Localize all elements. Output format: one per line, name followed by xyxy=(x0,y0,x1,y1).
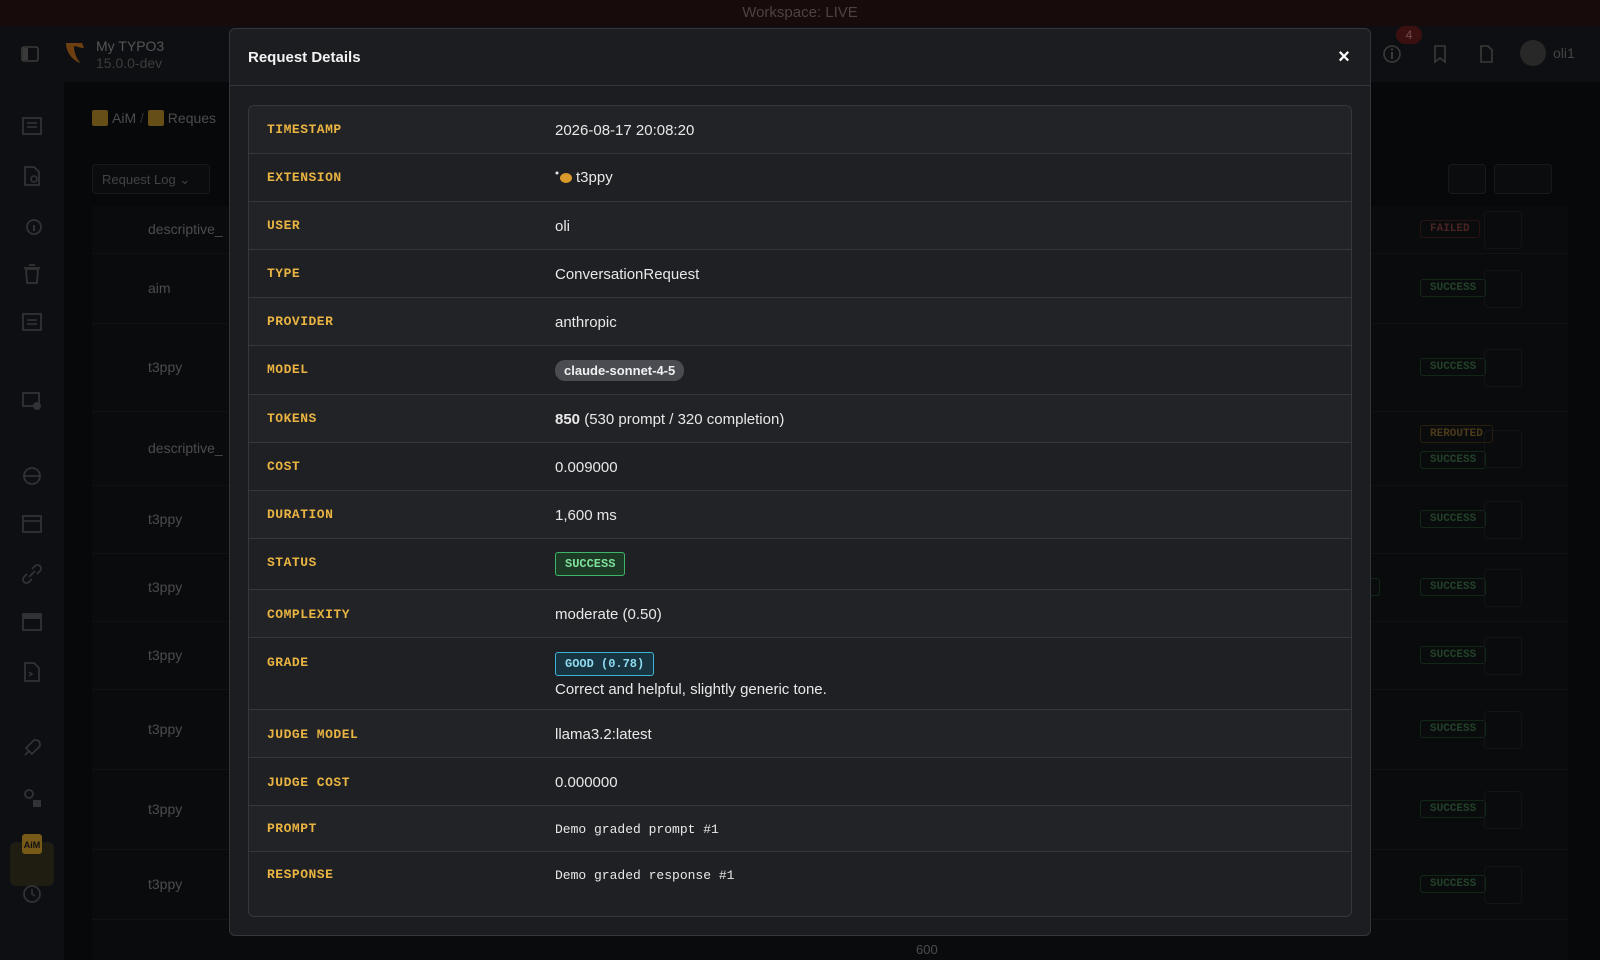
detail-key: RESPONSE xyxy=(267,867,334,882)
detail-key: PROVIDER xyxy=(267,314,334,329)
prompt-value: Demo graded prompt #1 xyxy=(555,822,719,837)
detail-key: JUDGE COST xyxy=(267,775,351,790)
extension-value-wrap: t3ppy xyxy=(555,169,613,186)
details-table: TIMESTAMP 2026-08-17 20:08:20 EXTENSION … xyxy=(248,105,1352,917)
detail-key: TYPE xyxy=(267,266,301,281)
detail-row-type: TYPE ConversationRequest xyxy=(249,250,1351,298)
status-badge: SUCCESS xyxy=(555,552,626,576)
detail-row-extension: EXTENSION t3ppy xyxy=(249,154,1351,202)
detail-row-model: MODEL claude-sonnet-4-5 xyxy=(249,346,1351,395)
type-value: ConversationRequest xyxy=(555,266,700,283)
detail-row-timestamp: TIMESTAMP 2026-08-17 20:08:20 xyxy=(249,106,1351,154)
detail-row-cost: COST 0.009000 xyxy=(249,443,1351,491)
detail-key: COMPLEXITY xyxy=(267,607,351,622)
detail-row-prompt: PROMPT Demo graded prompt #1 xyxy=(249,806,1351,852)
close-button[interactable]: × xyxy=(1334,47,1354,67)
detail-key: EXTENSION xyxy=(267,170,342,185)
status-value-wrap: SUCCESS xyxy=(555,552,626,576)
grade-value-wrap: GOOD (0.78) Correct and helpful, slightl… xyxy=(555,652,827,698)
detail-key: COST xyxy=(267,459,301,474)
detail-key: STATUS xyxy=(267,555,317,570)
detail-key: TOKENS xyxy=(267,411,317,426)
timestamp-value: 2026-08-17 20:08:20 xyxy=(555,122,695,139)
cost-value: 0.009000 xyxy=(555,459,618,476)
user-value: oli xyxy=(555,218,571,235)
provider-value: anthropic xyxy=(555,314,617,331)
detail-row-response: RESPONSE Demo graded response #1 xyxy=(249,852,1351,898)
complexity-value: moderate (0.50) xyxy=(555,606,662,623)
detail-row-complexity: COMPLEXITY moderate (0.50) xyxy=(249,590,1351,638)
modal-header: Request Details × xyxy=(230,29,1370,86)
model-pill: claude-sonnet-4-5 xyxy=(555,360,685,381)
detail-key: GRADE xyxy=(267,655,309,670)
extension-value: t3ppy xyxy=(576,169,613,186)
detail-row-provider: PROVIDER anthropic xyxy=(249,298,1351,346)
judge-model-value: llama3.2:latest xyxy=(555,726,652,743)
t3ppy-icon xyxy=(555,171,572,183)
detail-row-judge-model: JUDGE MODEL llama3.2:latest xyxy=(249,710,1351,758)
detail-key: MODEL xyxy=(267,362,309,377)
detail-key: TIMESTAMP xyxy=(267,122,342,137)
detail-row-status: STATUS SUCCESS xyxy=(249,539,1351,590)
detail-key: PROMPT xyxy=(267,821,317,836)
detail-row-judge-cost: JUDGE COST 0.000000 xyxy=(249,758,1351,806)
tokens-total: 850 xyxy=(555,411,581,428)
tokens-breakdown: (530 prompt / 320 completion) xyxy=(584,411,785,428)
detail-row-user: USER oli xyxy=(249,202,1351,250)
detail-key: USER xyxy=(267,218,301,233)
tokens-value-wrap: 850 (530 prompt / 320 completion) xyxy=(555,411,784,428)
duration-value: 1,600 ms xyxy=(555,507,617,524)
detail-row-grade: GRADE GOOD (0.78) Correct and helpful, s… xyxy=(249,638,1351,710)
judge-cost-value: 0.000000 xyxy=(555,774,618,791)
detail-row-tokens: TOKENS 850 (530 prompt / 320 completion) xyxy=(249,395,1351,443)
grade-comment: Correct and helpful, slightly generic to… xyxy=(555,681,827,698)
response-value: Demo graded response #1 xyxy=(555,868,735,883)
request-details-modal: Request Details × TIMESTAMP 2026-08-17 2… xyxy=(229,28,1371,936)
model-value-wrap: claude-sonnet-4-5 xyxy=(555,360,685,381)
grade-badge: GOOD (0.78) xyxy=(555,652,655,676)
modal-title: Request Details xyxy=(248,49,361,66)
detail-row-duration: DURATION 1,600 ms xyxy=(249,491,1351,539)
detail-key: JUDGE MODEL xyxy=(267,727,359,742)
detail-key: DURATION xyxy=(267,507,334,522)
